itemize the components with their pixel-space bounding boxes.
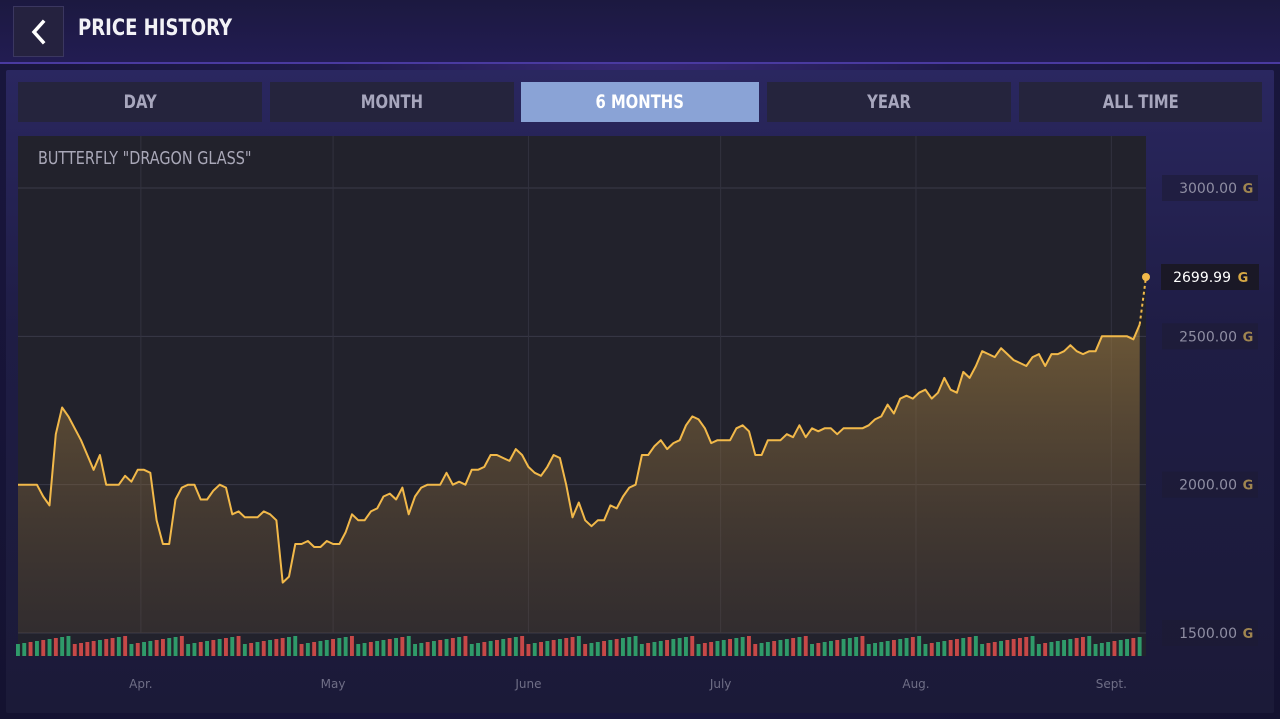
- back-button[interactable]: [13, 6, 64, 57]
- page-title: PRICE HISTORY: [78, 16, 233, 41]
- tab-month[interactable]: MONTH: [270, 82, 514, 122]
- tab-6-months[interactable]: 6 MONTHS: [521, 82, 759, 122]
- tab-label: 6 MONTHS: [595, 91, 685, 113]
- tab-all-time[interactable]: ALL TIME: [1019, 82, 1262, 122]
- tab-label: ALL TIME: [1102, 91, 1179, 113]
- tab-label: DAY: [123, 91, 157, 113]
- timeframe-tabs: DAY MONTH 6 MONTHS YEAR ALL TIME: [18, 82, 1262, 122]
- tab-label: MONTH: [360, 91, 424, 113]
- tab-year[interactable]: YEAR: [767, 82, 1011, 122]
- item-name-label: BUTTERFLY "DRAGON GLASS": [38, 148, 252, 169]
- tab-day[interactable]: DAY: [18, 82, 262, 122]
- tab-label: YEAR: [867, 91, 911, 113]
- chevron-left-icon: [31, 19, 45, 44]
